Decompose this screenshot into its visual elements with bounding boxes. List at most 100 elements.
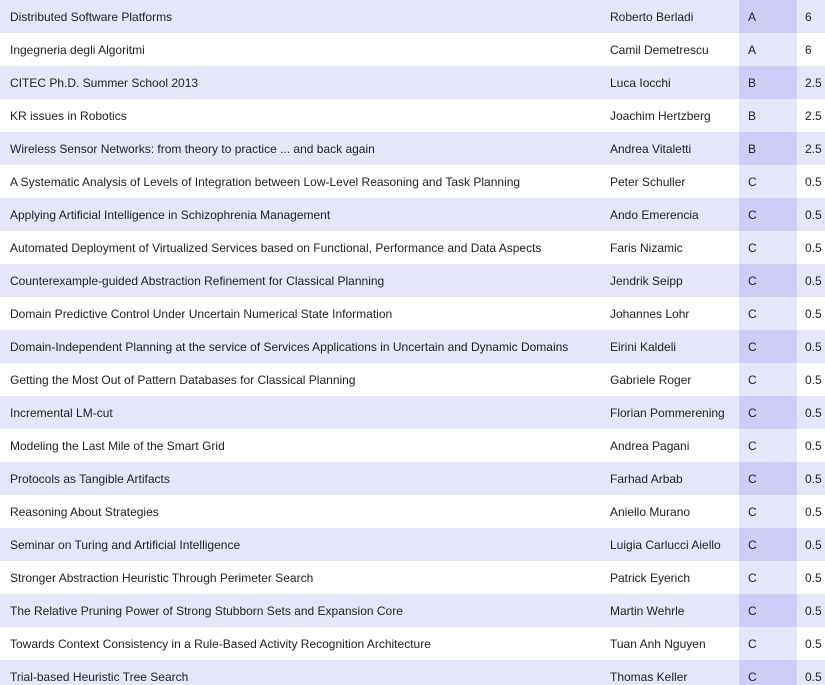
course-credits: 0.5 xyxy=(797,165,825,198)
course-speaker: Thomas Keller xyxy=(600,660,739,685)
table-row: Domain Predictive Control Under Uncertai… xyxy=(0,297,825,330)
course-title: Getting the Most Out of Pattern Database… xyxy=(0,363,600,396)
course-title: Wireless Sensor Networks: from theory to… xyxy=(0,132,600,165)
course-title: Domain Predictive Control Under Uncertai… xyxy=(0,297,600,330)
course-credits: 0.5 xyxy=(797,231,825,264)
course-type: A xyxy=(739,33,797,66)
course-title: Distributed Software Platforms xyxy=(0,0,600,33)
table-row: Distributed Software Platforms Roberto B… xyxy=(0,0,825,33)
course-type: C xyxy=(739,429,797,462)
course-title: Trial-based Heuristic Tree Search xyxy=(0,660,600,685)
table-row: Automated Deployment of Virtualized Serv… xyxy=(0,231,825,264)
course-speaker: Faris Nizamic xyxy=(600,231,739,264)
course-credits: 0.5 xyxy=(797,462,825,495)
course-type: C xyxy=(739,165,797,198)
table-row: KR issues in Robotics Joachim Hertzberg … xyxy=(0,99,825,132)
course-speaker: Gabriele Roger xyxy=(600,363,739,396)
table-row: The Relative Pruning Power of Strong Stu… xyxy=(0,594,825,627)
course-credits: 6 xyxy=(797,33,825,66)
course-title: Reasoning About Strategies xyxy=(0,495,600,528)
course-credits: 0.5 xyxy=(797,198,825,231)
course-speaker: Luigia Carlucci Aiello xyxy=(600,528,739,561)
table-row: Counterexample-guided Abstraction Refine… xyxy=(0,264,825,297)
course-type: B xyxy=(739,132,797,165)
course-speaker: Florian Pommerening xyxy=(600,396,739,429)
course-speaker: Martin Wehrle xyxy=(600,594,739,627)
course-credits: 2.5 xyxy=(797,99,825,132)
course-type: C xyxy=(739,462,797,495)
course-credits: 2.5 xyxy=(797,132,825,165)
table-row: CITEC Ph.D. Summer School 2013 Luca Iocc… xyxy=(0,66,825,99)
course-title: KR issues in Robotics xyxy=(0,99,600,132)
table-row: Reasoning About Strategies Aniello Muran… xyxy=(0,495,825,528)
table-row: Towards Context Consistency in a Rule-Ba… xyxy=(0,627,825,660)
course-type: C xyxy=(739,627,797,660)
table-row: Protocols as Tangible Artifacts Farhad A… xyxy=(0,462,825,495)
course-credits: 0.5 xyxy=(797,561,825,594)
course-speaker: Peter Schuller xyxy=(600,165,739,198)
course-credits: 0.5 xyxy=(797,495,825,528)
course-type: C xyxy=(739,594,797,627)
course-title: The Relative Pruning Power of Strong Stu… xyxy=(0,594,600,627)
table-row: A Systematic Analysis of Levels of Integ… xyxy=(0,165,825,198)
course-credits: 0.5 xyxy=(797,330,825,363)
table-row: Ingegneria degli Algoritmi Camil Demetre… xyxy=(0,33,825,66)
course-speaker: Luca Iocchi xyxy=(600,66,739,99)
course-speaker: Patrick Eyerich xyxy=(600,561,739,594)
course-type: C xyxy=(739,495,797,528)
course-title: Domain-Independent Planning at the servi… xyxy=(0,330,600,363)
table-row: Stronger Abstraction Heuristic Through P… xyxy=(0,561,825,594)
course-speaker: Eirini Kaldeli xyxy=(600,330,739,363)
course-speaker: Ando Emerencia xyxy=(600,198,739,231)
table-row: Incremental LM-cut Florian Pommerening C… xyxy=(0,396,825,429)
course-speaker: Andrea Pagani xyxy=(600,429,739,462)
course-title: Automated Deployment of Virtualized Serv… xyxy=(0,231,600,264)
course-title: Applying Artificial Intelligence in Schi… xyxy=(0,198,600,231)
course-title: CITEC Ph.D. Summer School 2013 xyxy=(0,66,600,99)
course-speaker: Camil Demetrescu xyxy=(600,33,739,66)
course-type: C xyxy=(739,660,797,685)
course-title: Protocols as Tangible Artifacts xyxy=(0,462,600,495)
course-title: Modeling the Last Mile of the Smart Grid xyxy=(0,429,600,462)
course-type: C xyxy=(739,297,797,330)
course-type: B xyxy=(739,66,797,99)
course-type: B xyxy=(739,99,797,132)
course-speaker: Johannes Lohr xyxy=(600,297,739,330)
table-row: Seminar on Turing and Artificial Intelli… xyxy=(0,528,825,561)
course-credits: 0.5 xyxy=(797,396,825,429)
course-credits: 2.5 xyxy=(797,66,825,99)
course-speaker: Roberto Berladi xyxy=(600,0,739,33)
table-row: Domain-Independent Planning at the servi… xyxy=(0,330,825,363)
course-speaker: Aniello Murano xyxy=(600,495,739,528)
course-credits: 0.5 xyxy=(797,627,825,660)
course-credits: 0.5 xyxy=(797,297,825,330)
course-speaker: Andrea Vitaletti xyxy=(600,132,739,165)
table-row: Getting the Most Out of Pattern Database… xyxy=(0,363,825,396)
course-type: C xyxy=(739,528,797,561)
course-title: Seminar on Turing and Artificial Intelli… xyxy=(0,528,600,561)
course-credits: 0.5 xyxy=(797,528,825,561)
course-title: Incremental LM-cut xyxy=(0,396,600,429)
course-speaker: Jendrik Seipp xyxy=(600,264,739,297)
course-type: C xyxy=(739,561,797,594)
course-credits: 0.5 xyxy=(797,264,825,297)
course-type: C xyxy=(739,396,797,429)
course-title: A Systematic Analysis of Levels of Integ… xyxy=(0,165,600,198)
course-type: C xyxy=(739,363,797,396)
course-type: C xyxy=(739,198,797,231)
course-speaker: Tuan Anh Nguyen xyxy=(600,627,739,660)
course-type: C xyxy=(739,231,797,264)
course-speaker: Joachim Hertzberg xyxy=(600,99,739,132)
table-row: Trial-based Heuristic Tree Search Thomas… xyxy=(0,660,825,685)
course-title: Stronger Abstraction Heuristic Through P… xyxy=(0,561,600,594)
courses-table: Distributed Software Platforms Roberto B… xyxy=(0,0,825,685)
course-type: C xyxy=(739,264,797,297)
table-row: Applying Artificial Intelligence in Schi… xyxy=(0,198,825,231)
course-credits: 0.5 xyxy=(797,660,825,685)
course-title: Counterexample-guided Abstraction Refine… xyxy=(0,264,600,297)
course-credits: 0.5 xyxy=(797,363,825,396)
course-title: Ingegneria degli Algoritmi xyxy=(0,33,600,66)
course-type: A xyxy=(739,0,797,33)
course-speaker: Farhad Arbab xyxy=(600,462,739,495)
course-credits: 6 xyxy=(797,0,825,33)
